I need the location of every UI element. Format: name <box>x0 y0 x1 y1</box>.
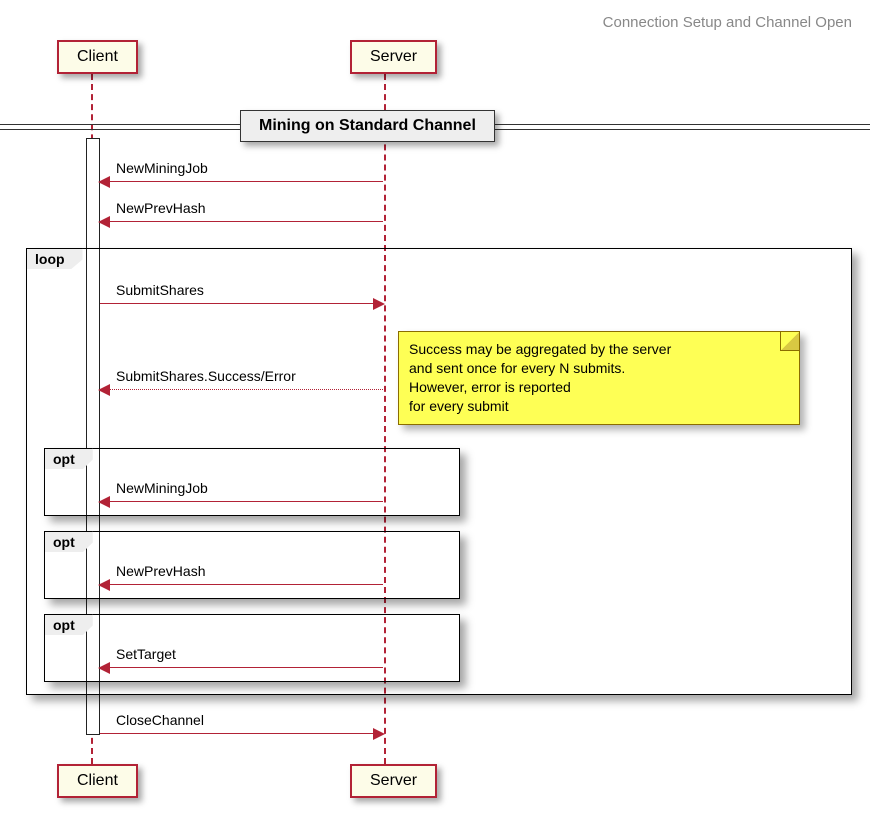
participant-client-bottom: Client <box>57 764 138 798</box>
divider-label: Mining on Standard Channel <box>240 110 495 142</box>
frame-opt-1-label: opt <box>44 448 93 469</box>
label-submit-shares: SubmitShares <box>116 282 204 298</box>
label-submit-shares-result: SubmitShares.Success/Error <box>116 368 296 384</box>
label-new-prev-hash-2: NewPrevHash <box>116 563 205 579</box>
note-line-2: and sent once for every N submits. <box>409 359 789 378</box>
participant-server-bottom: Server <box>350 764 437 798</box>
participant-server-top: Server <box>350 40 437 74</box>
note-line-4: for every submit <box>409 397 789 416</box>
note-line-1: Success may be aggregated by the server <box>409 340 789 359</box>
frame-opt-2-label: opt <box>44 531 93 552</box>
label-new-mining-job-2: NewMiningJob <box>116 480 208 496</box>
note-line-3: However, error is reported <box>409 378 789 397</box>
frame-opt-3-label: opt <box>44 614 93 635</box>
participant-client-top: Client <box>57 40 138 74</box>
sequence-diagram: Connection Setup and Channel Open Client… <box>0 0 870 822</box>
frame-loop-label: loop <box>26 248 83 269</box>
label-new-mining-job-1: NewMiningJob <box>116 160 208 176</box>
label-close-channel: CloseChannel <box>116 712 204 728</box>
label-set-target: SetTarget <box>116 646 176 662</box>
diagram-title: Connection Setup and Channel Open <box>603 14 852 31</box>
label-new-prev-hash-1: NewPrevHash <box>116 200 205 216</box>
note-aggregation: Success may be aggregated by the server … <box>398 331 800 425</box>
